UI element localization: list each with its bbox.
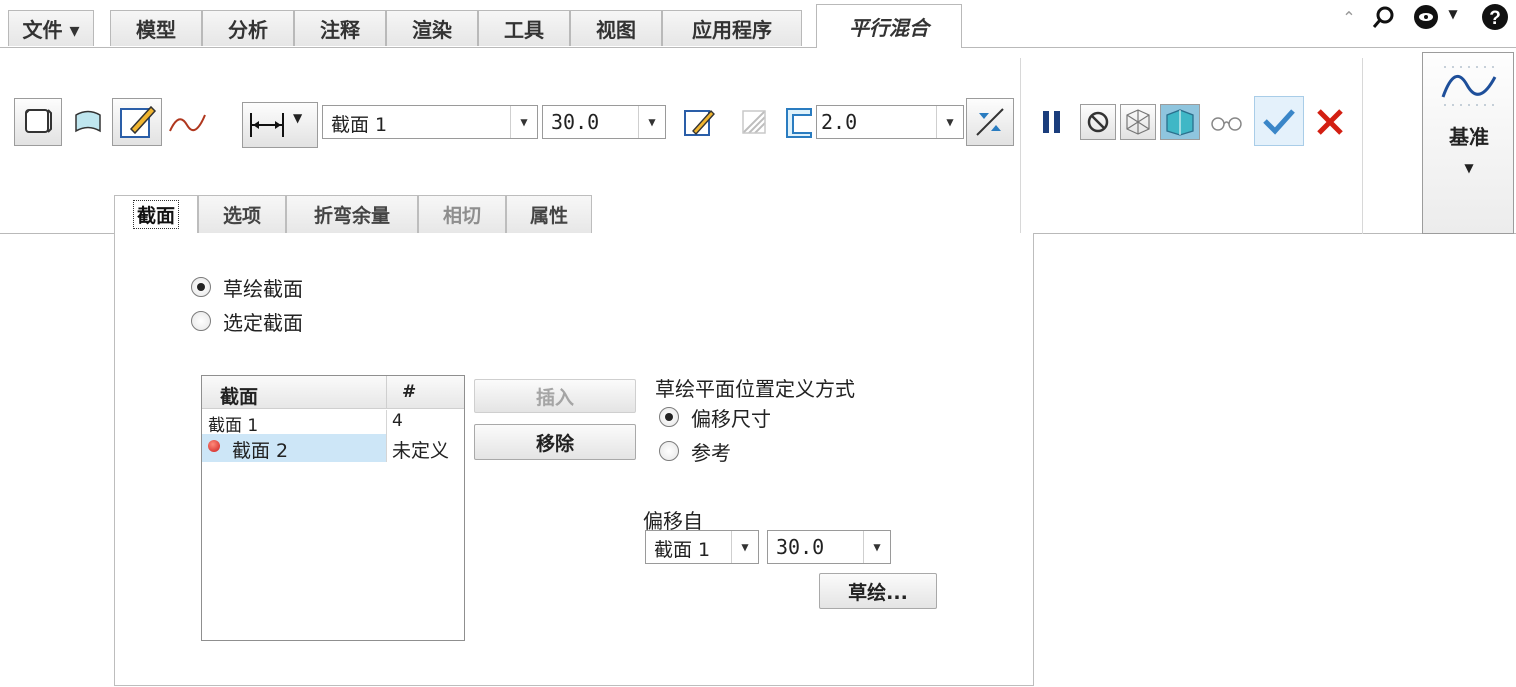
datum-group-button[interactable]: 基准 ▼ (1422, 52, 1514, 234)
section-combo-value: 截面 1 (331, 114, 388, 136)
wireframe-preview-icon (1126, 109, 1150, 135)
undefined-status-icon (208, 440, 220, 452)
radio-reference-label: 参考 (691, 441, 731, 465)
ribbon-divider (1362, 58, 1363, 234)
insert-button[interactable]: 插入 (474, 379, 636, 413)
blind-depth-icon (250, 113, 284, 137)
radio-offset-dimension-label: 偏移尺寸 (691, 407, 771, 431)
surface-icon[interactable] (70, 104, 106, 140)
accept-button[interactable] (1254, 96, 1304, 146)
tab-tools[interactable]: 工具 (478, 10, 570, 46)
tab-file[interactable]: 文件 ▾ (8, 10, 94, 46)
table-row-selected[interactable]: 截面 2 未定义 (202, 434, 464, 462)
tab-parallel-blend[interactable]: 平行混合 (816, 4, 962, 48)
chevron-down-icon: ▼ (936, 106, 963, 138)
radio-sketched-sections[interactable] (191, 277, 211, 297)
search-icon[interactable] (1368, 2, 1398, 32)
flip-thickness-button[interactable] (966, 98, 1014, 146)
chevron-down-icon: ▼ (731, 531, 758, 563)
tab-annotate[interactable]: 注释 (294, 10, 386, 46)
chevron-down-icon[interactable]: ▼ (1446, 4, 1460, 24)
tab-analysis[interactable]: 分析 (202, 10, 294, 46)
column-header-section: 截面 (220, 386, 259, 408)
subtab-sections[interactable]: 截面 (114, 195, 198, 233)
depth-value: 30.0 (551, 110, 600, 134)
thicken-icon[interactable] (780, 102, 816, 142)
svg-text:?: ? (1489, 8, 1501, 29)
radio-selected-sections[interactable] (191, 311, 211, 331)
row-selection-highlight (202, 434, 386, 462)
subtab-options[interactable]: 选项 (198, 195, 286, 233)
ribbon-divider (1020, 58, 1021, 234)
row-section-name: 截面 2 (232, 440, 289, 462)
checkmark-icon (1263, 109, 1295, 135)
verify-preview-button[interactable] (1160, 104, 1200, 140)
subtab-sections-label: 截面 (132, 200, 179, 229)
offset-from-section-combo[interactable]: 截面 1 ▼ (645, 530, 759, 564)
no-preview-icon (1087, 111, 1109, 133)
offset-value: 30.0 (776, 535, 825, 559)
offset-from-section-value: 截面 1 (654, 539, 711, 561)
plane-definition-title: 草绘平面位置定义方式 (655, 377, 855, 401)
radio-selected-sections-label: 选定截面 (223, 311, 303, 335)
no-preview-button[interactable] (1080, 104, 1116, 140)
chevron-down-icon: ▼ (863, 531, 890, 563)
thickness-combo[interactable]: 2.0 ▼ (816, 105, 964, 139)
subtab-bend-allowance[interactable]: 折弯余量 (286, 195, 418, 233)
minimize-ribbon-icon[interactable]: ⌃ (1336, 4, 1362, 30)
cancel-icon[interactable] (1310, 102, 1350, 142)
offset-value-combo[interactable]: 30.0 ▼ (767, 530, 891, 564)
solid-icon (25, 109, 52, 133)
sections-table[interactable]: 截面 # 截面 1 4 截面 2 未定义 (201, 375, 465, 641)
remove-material-icon[interactable] (734, 102, 774, 142)
radio-offset-dimension[interactable] (659, 407, 679, 427)
sections-panel: 草绘截面 选定截面 截面 # 截面 1 4 截面 2 未定义 插入 移除 草绘平… (114, 233, 1034, 686)
radio-sketched-sections-label: 草绘截面 (223, 277, 303, 301)
subtab-properties[interactable]: 属性 (506, 195, 592, 233)
glasses-icon[interactable] (1206, 104, 1248, 140)
sketch-button[interactable]: 草绘... (819, 573, 937, 609)
column-divider (386, 376, 387, 408)
geometry-preview-button[interactable] (1120, 104, 1156, 140)
column-header-count: # (402, 382, 417, 402)
datum-label: 基准 (1449, 125, 1489, 149)
menu-bar: 文件 ▾ 模型 分析 注释 渲染 工具 视图 应用程序 平行混合 ⌃ ▼ ? (0, 0, 1516, 48)
chevron-down-icon: ▼ (510, 106, 537, 138)
curve-icon[interactable] (166, 104, 208, 140)
thickness-value: 2.0 (821, 110, 858, 134)
pause-icon[interactable] (1036, 104, 1068, 140)
row-section-count: 4 (392, 411, 403, 431)
tab-model[interactable]: 模型 (110, 10, 202, 46)
edit-sketch-icon[interactable] (678, 102, 718, 142)
depth-value-combo[interactable]: 30.0 ▼ (542, 105, 666, 139)
row-section-name: 截面 1 (208, 416, 259, 436)
chevron-down-icon: ▼ (1464, 161, 1474, 175)
table-header: 截面 # (202, 376, 464, 409)
tab-render[interactable]: 渲染 (386, 10, 478, 46)
column-divider (386, 434, 387, 462)
column-divider (386, 410, 387, 434)
subtab-tangency[interactable]: 相切 (418, 195, 506, 233)
radio-reference[interactable] (659, 441, 679, 461)
chevron-down-icon: ▼ (293, 111, 303, 125)
chevron-down-icon: ▼ (638, 106, 665, 138)
flip-icon (976, 108, 1004, 136)
section-combo[interactable]: 截面 1 ▼ (322, 105, 538, 139)
datum-curve-icon (1441, 66, 1497, 106)
community-icon[interactable] (1410, 2, 1442, 32)
row-section-count: 未定义 (392, 440, 450, 462)
solid-button[interactable] (14, 98, 62, 146)
shaded-preview-icon (1166, 109, 1194, 136)
pencil-icon (120, 105, 157, 138)
tab-applications[interactable]: 应用程序 (662, 10, 802, 46)
sketch-mode-button[interactable] (112, 98, 162, 146)
remove-button[interactable]: 移除 (474, 424, 636, 460)
depth-type-button[interactable]: ▼ (242, 102, 318, 148)
tab-view[interactable]: 视图 (570, 10, 662, 46)
table-row[interactable]: 截面 1 4 (202, 410, 464, 436)
help-icon[interactable]: ? (1480, 2, 1510, 32)
